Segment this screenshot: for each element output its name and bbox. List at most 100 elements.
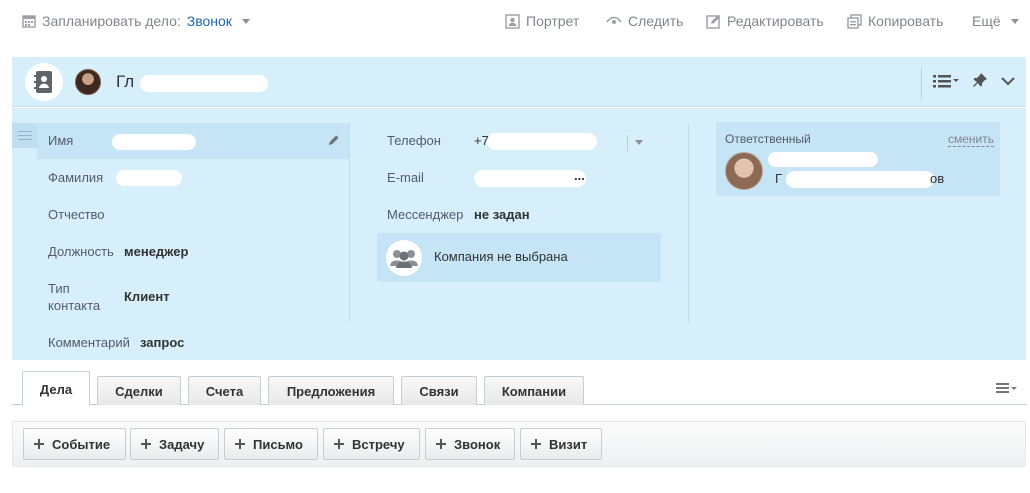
copy-button[interactable]: Копировать: [847, 13, 943, 29]
tabs-menu-button[interactable]: [996, 382, 1018, 397]
contact-header: Гл: [12, 57, 1026, 107]
copy-icon: [847, 13, 862, 29]
add-meeting-button[interactable]: Встречу: [323, 428, 420, 460]
tab-companies[interactable]: Компании: [484, 376, 584, 405]
tab-label: Дела: [39, 381, 73, 397]
list-settings-icon: [996, 383, 1017, 393]
action-label: Встречу: [352, 436, 405, 452]
tab-label: Предложения: [286, 383, 376, 399]
list-settings-button[interactable]: [933, 74, 959, 91]
chevron-down-icon: [1001, 77, 1015, 86]
tab-label: Связи: [419, 383, 459, 399]
pin-icon: [973, 73, 987, 87]
tab-invoices[interactable]: Счета: [188, 376, 261, 405]
edit-label: Редактировать: [727, 13, 824, 29]
middle-name-label: Отчество: [48, 207, 105, 222]
tab-label: Счета: [205, 383, 244, 399]
contact-card-icon: [25, 63, 63, 101]
pencil-icon[interactable]: [328, 134, 340, 149]
action-label: Событие: [52, 436, 111, 452]
add-call-button[interactable]: Звонок: [425, 428, 515, 460]
more-button[interactable]: Ещё: [972, 13, 1019, 29]
email-value-tail[interactable]: ...: [574, 168, 585, 183]
contact-fields-panel: Имя Фамилия Отчество Должность менеджер …: [12, 108, 1026, 360]
action-label: Звонок: [454, 436, 501, 452]
calendar-icon: [22, 15, 36, 28]
follow-button[interactable]: Следить: [606, 13, 683, 29]
action-label: Письмо: [253, 436, 303, 452]
plan-activity-label: Запланировать дело:: [42, 13, 181, 29]
action-label: Задачу: [159, 436, 205, 452]
contact-name: Гл: [116, 72, 135, 91]
column-divider: [349, 123, 350, 323]
position-value: менеджер: [124, 244, 189, 259]
tab-label: Компании: [501, 383, 567, 399]
portrait-button[interactable]: Портрет: [505, 13, 579, 29]
phone-type-dropdown[interactable]: [627, 135, 647, 151]
plus-icon: [531, 439, 541, 449]
tab-bar: Дела Сделки Счета Предложения Связи Комп…: [12, 370, 1026, 406]
top-toolbar: Запланировать дело: Звонок Портрет Следи…: [0, 0, 1030, 44]
position-label: Должность: [48, 244, 114, 259]
redacted-last-name: [116, 170, 182, 186]
phone-label: Телефон: [387, 133, 441, 148]
contact-type-label: Тип контакта: [48, 281, 101, 313]
tab-label: Сделки: [115, 383, 163, 399]
collapse-button[interactable]: [1000, 75, 1016, 90]
add-event-button[interactable]: Событие: [23, 428, 126, 460]
chevron-down-icon: [1010, 18, 1019, 24]
tab-deals[interactable]: Сделки: [97, 376, 181, 405]
plan-activity-value[interactable]: Звонок: [187, 13, 232, 29]
avatar[interactable]: [725, 152, 763, 190]
portrait-icon: [505, 13, 520, 29]
action-label: Визит: [549, 436, 588, 452]
header-divider: [921, 67, 922, 99]
contact-type-value: Клиент: [124, 289, 170, 304]
column-divider: [688, 123, 689, 323]
comment-value: запрос: [140, 335, 185, 350]
edit-icon: [706, 14, 720, 29]
responsible-name-start[interactable]: Г: [775, 171, 782, 186]
list-settings-icon: [933, 75, 959, 88]
plan-activity[interactable]: Запланировать дело: Звонок: [22, 13, 250, 29]
edit-button[interactable]: Редактировать: [706, 13, 824, 29]
responsible-card: Ответственный сменить Г ов: [716, 122, 1000, 196]
plus-icon: [141, 439, 151, 449]
messenger-label: Мессенджер: [387, 207, 464, 222]
responsible-label: Ответственный: [725, 132, 811, 146]
responsible-name-end[interactable]: ов: [930, 171, 944, 186]
redacted-name: [140, 75, 268, 92]
redacted-first-name: [112, 134, 196, 150]
comment-label: Комментарий: [48, 335, 130, 350]
avatar[interactable]: [75, 69, 101, 95]
add-email-button[interactable]: Письмо: [224, 428, 318, 460]
add-visit-button[interactable]: Визит: [520, 428, 602, 460]
pin-button[interactable]: [972, 72, 988, 91]
chevron-down-icon[interactable]: [241, 18, 250, 24]
portrait-label: Портрет: [526, 13, 580, 29]
email-label: E-mail: [387, 170, 424, 185]
eye-icon: [606, 16, 622, 24]
group-icon: [386, 240, 422, 276]
plus-icon: [235, 439, 245, 449]
more-label: Ещё: [972, 13, 1001, 29]
action-bar: Событие Задачу Письмо Встречу Звонок Виз…: [12, 421, 1026, 467]
add-task-button[interactable]: Задачу: [130, 428, 219, 460]
tab-relations[interactable]: Связи: [401, 376, 477, 405]
plus-icon: [34, 439, 44, 449]
messenger-value: не задан: [474, 207, 530, 222]
tab-quotes[interactable]: Предложения: [268, 376, 394, 405]
redacted-responsible-name: [786, 171, 934, 188]
company-text: Компания не выбрана: [434, 249, 568, 264]
first-name-label: Имя: [48, 133, 74, 148]
redacted-responsible-title: [768, 152, 878, 167]
drag-handle-icon[interactable]: [12, 123, 37, 148]
chevron-down-icon: [635, 140, 643, 145]
change-responsible-link[interactable]: сменить: [947, 132, 994, 147]
company-selector[interactable]: Компания не выбрана: [377, 233, 661, 282]
redacted-phone: [487, 133, 597, 150]
tab-activities[interactable]: Дела: [22, 371, 90, 406]
plus-icon: [436, 439, 446, 449]
copy-label: Копировать: [868, 13, 944, 29]
last-name-label: Фамилия: [48, 170, 104, 185]
